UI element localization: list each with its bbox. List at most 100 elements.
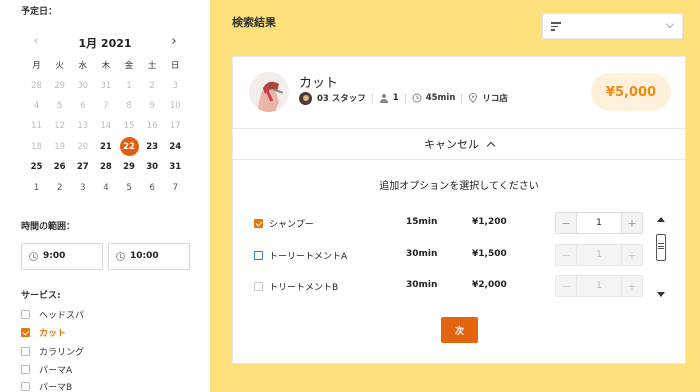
option-checkbox[interactable] xyxy=(254,251,263,260)
calendar-day[interactable]: 16 xyxy=(141,116,164,136)
duration: 45min xyxy=(425,93,456,103)
scroll-up-arrow-icon[interactable] xyxy=(657,217,665,222)
calendar-day[interactable]: 11 xyxy=(25,116,48,136)
time-range-label: 時間の範囲： xyxy=(21,222,76,232)
calendar-day[interactable]: 12 xyxy=(48,116,71,136)
service-checkbox[interactable]: カラリング xyxy=(21,345,85,358)
calendar-day[interactable]: 8 xyxy=(118,96,141,116)
calendar-day[interactable]: 31 xyxy=(94,75,117,95)
calendar-day[interactable]: 9 xyxy=(141,96,164,116)
scroll-down-arrow-icon[interactable] xyxy=(657,292,665,297)
quantity-value[interactable]: 1 xyxy=(576,245,622,265)
divider xyxy=(404,92,406,104)
option-checkbox[interactable] xyxy=(254,219,263,228)
clock-icon xyxy=(116,252,125,261)
calendar-day[interactable]: 26 xyxy=(48,157,71,177)
quantity-value[interactable]: 1 xyxy=(576,276,622,296)
decrement-button[interactable]: − xyxy=(556,245,576,265)
service-label: カラリング xyxy=(39,347,85,358)
clock-icon xyxy=(29,252,38,261)
quantity-stepper: − 1 + xyxy=(555,275,643,297)
calendar-day[interactable]: 29 xyxy=(48,75,71,95)
divider xyxy=(371,92,373,104)
calendar-day[interactable]: 28 xyxy=(94,157,117,177)
calendar-day[interactable]: 5 xyxy=(48,96,71,116)
calendar-day[interactable]: 29 xyxy=(118,157,141,177)
chevron-up-icon xyxy=(486,141,496,150)
calendar-day[interactable]: 25 xyxy=(25,157,48,177)
calendar-day[interactable]: 1 xyxy=(25,177,48,197)
service-label: パーマA xyxy=(39,365,73,376)
checkbox[interactable] xyxy=(21,346,30,356)
service-label: ヘッドスパ xyxy=(39,310,85,321)
decrement-button[interactable]: − xyxy=(556,213,576,233)
calendar-month: 1月 2021 xyxy=(78,37,132,50)
calendar-day[interactable]: 23 xyxy=(141,137,164,157)
calendar-day[interactable]: 7 xyxy=(94,96,117,116)
calendar-day[interactable]: 20 xyxy=(71,137,94,157)
result-card: カット 03 スタッフ 1 45min リコ店 ¥5,000 キャンセル 追加オ… xyxy=(232,56,686,364)
time-to-input[interactable]: 10:00 xyxy=(108,243,190,270)
time-from-input[interactable]: 9:00 xyxy=(21,243,103,270)
sort-icon xyxy=(551,22,561,32)
calendar-day[interactable]: 21 xyxy=(94,137,117,157)
calendar-day[interactable]: 31 xyxy=(164,157,187,177)
calendar-day[interactable]: 2 xyxy=(48,177,71,197)
checkbox[interactable] xyxy=(21,364,30,374)
calendar-day[interactable]: 27 xyxy=(71,157,94,177)
chevron-left-icon[interactable]: ‹ xyxy=(30,34,42,50)
checkbox[interactable] xyxy=(21,381,30,391)
weekday-label: 日 xyxy=(171,61,180,72)
next-button[interactable]: 次 xyxy=(441,317,478,343)
decrement-button[interactable]: − xyxy=(556,276,576,296)
checkbox-checked[interactable] xyxy=(21,327,30,337)
calendar-day[interactable]: 10 xyxy=(164,96,187,116)
increment-button[interactable]: + xyxy=(622,245,642,265)
calendar-day[interactable]: 4 xyxy=(94,177,117,197)
weekday-label: 木 xyxy=(101,61,111,72)
service-checkbox[interactable]: カット xyxy=(21,326,66,339)
calendar-day[interactable]: 24 xyxy=(164,137,187,157)
service-checkbox[interactable]: パーマA xyxy=(21,363,73,376)
option-price: ¥2,000 xyxy=(472,280,507,290)
calendar-day[interactable]: 2 xyxy=(141,75,164,95)
calendar-day[interactable]: 28 xyxy=(25,75,48,95)
calendar-day[interactable]: 14 xyxy=(94,116,117,136)
calendar-day[interactable]: 30 xyxy=(141,157,164,177)
calendar-day[interactable]: 15 xyxy=(118,116,141,136)
cancel-label: キャンセル xyxy=(424,138,479,151)
staff-avatar xyxy=(299,91,312,105)
calendar-day[interactable]: 7 xyxy=(164,177,187,197)
option-checkbox[interactable] xyxy=(254,282,263,291)
calendar-day[interactable]: 30 xyxy=(71,75,94,95)
calendar-day[interactable]: 1 xyxy=(118,75,141,95)
sort-select[interactable] xyxy=(542,13,683,39)
option-name: トーリートメントA xyxy=(269,252,348,262)
calendar-day[interactable]: 4 xyxy=(25,96,48,116)
increment-button[interactable]: + xyxy=(622,276,642,296)
service-checkbox[interactable]: パーマB xyxy=(21,380,72,392)
checkbox[interactable] xyxy=(21,309,30,319)
cancel-toggle[interactable]: キャンセル xyxy=(233,129,685,159)
service-image xyxy=(249,72,289,112)
weekday-label: 火 xyxy=(55,61,64,72)
increment-button[interactable]: + xyxy=(622,213,642,233)
calendar-day[interactable]: 6 xyxy=(141,177,164,197)
chevron-right-icon[interactable]: › xyxy=(168,34,180,50)
calendar-grid: 月 火 水 木 金 土 日 28 29 30 31 1 2 3 4 5 6 7 … xyxy=(25,55,187,198)
calendar-day[interactable]: 5 xyxy=(118,177,141,197)
options-scrollbar[interactable] xyxy=(654,214,668,300)
calendar-day[interactable]: 13 xyxy=(71,116,94,136)
calendar-day[interactable]: 18 xyxy=(25,137,48,157)
calendar-day[interactable]: 3 xyxy=(71,177,94,197)
calendar-day[interactable]: 17 xyxy=(164,116,187,136)
quantity-value[interactable]: 1 xyxy=(576,213,622,233)
quantity-stepper: − 1 + xyxy=(555,244,643,266)
service-checkbox[interactable]: ヘッドスパ xyxy=(21,308,85,321)
calendar-day-selected[interactable]: 22 xyxy=(118,137,141,157)
calendar-day[interactable]: 19 xyxy=(48,137,71,157)
calendar-day[interactable]: 6 xyxy=(71,96,94,116)
calendar-day[interactable]: 3 xyxy=(164,75,187,95)
scroll-thumb[interactable] xyxy=(656,234,666,261)
time-to-value: 10:00 xyxy=(130,251,159,261)
